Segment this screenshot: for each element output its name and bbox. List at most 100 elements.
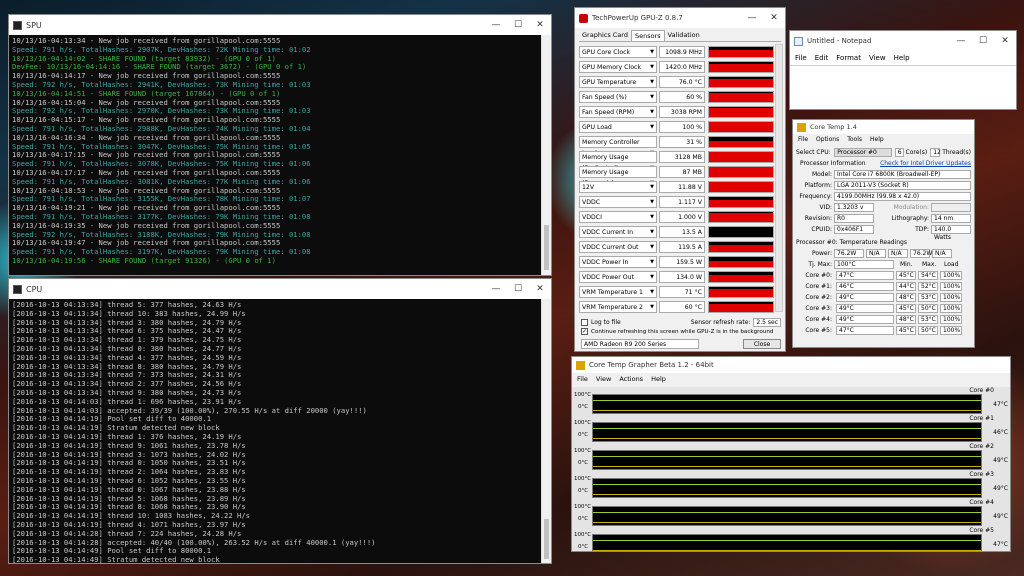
sensor-graph-fill [709, 140, 773, 147]
tdp-label: TDP: [915, 226, 929, 233]
sensor-label[interactable]: Memory Controller Load [579, 135, 657, 159]
processor-select[interactable]: Processor #0 [834, 148, 892, 157]
sensor-label[interactable]: GPU Core Clock [579, 45, 657, 58]
maximize-button[interactable]: ☐ [972, 31, 994, 51]
tab-validation[interactable]: Validation [665, 30, 703, 41]
title-bar[interactable]: SPU — ☐ ✕ [9, 15, 551, 35]
menu-item-format[interactable]: Format [836, 54, 861, 62]
sensor-label[interactable]: VDDCI [579, 210, 657, 223]
sensor-label[interactable]: VRM Temperature 2 [579, 300, 657, 313]
sensor-label[interactable]: Memory Usage (Dynamic) [579, 165, 657, 189]
menu-item-view[interactable]: View [869, 54, 886, 62]
close-dialog-button[interactable]: Close [743, 339, 781, 349]
sensor-graph [708, 45, 774, 58]
menu-item-file[interactable]: File [577, 375, 588, 383]
scrollbar[interactable] [541, 35, 551, 275]
menu-bar: File Options Tools Help [793, 134, 974, 145]
sensor-row: GPU Core Clock1098.9 MHz [579, 44, 785, 59]
graph-temp-value: 49°C [993, 457, 1008, 464]
y-axis-max-label: 100°C [574, 448, 592, 454]
menu-item-help[interactable]: Help [894, 54, 910, 62]
title-bar[interactable]: Untitled - Notepad — ☐ ✕ [790, 31, 1016, 51]
grapher-window[interactable]: Core Temp Grapher Beta 1.2 - 64bit File V… [571, 356, 1011, 552]
coretemp-window[interactable]: Core Temp 1.4 File Options Tools Help Selec… [792, 119, 975, 348]
spu-console-window[interactable]: SPU — ☐ ✕ 10/13/16-04:13:34 - New job rece… [8, 14, 552, 276]
temperature-line [593, 400, 981, 401]
menu-item-edit[interactable]: Edit [815, 54, 829, 62]
power-value: 76.2W [834, 249, 864, 258]
baseline-line [593, 522, 981, 523]
sensor-graph-fill [709, 244, 773, 252]
minimize-button[interactable]: — [741, 8, 763, 28]
cpu-console-output[interactable]: [2016-10-13 04:13:34] thread 5: 377 hash… [9, 299, 541, 563]
tab-graphics-card[interactable]: Graphics Card [579, 30, 631, 41]
menu-item-file[interactable]: File [798, 136, 808, 143]
close-button[interactable]: ✕ [994, 31, 1016, 51]
gpuz-scrollbar[interactable] [775, 44, 783, 312]
menu-item-help[interactable]: Help [870, 136, 884, 143]
continue-refresh-checkbox[interactable]: ✓ [581, 328, 588, 335]
sensor-label[interactable]: GPU Load [579, 120, 657, 133]
core-temp: 49°C [836, 315, 894, 324]
y-axis-min-label: 0°C [578, 544, 589, 550]
core-name: Core #1: [805, 283, 832, 290]
sensor-label[interactable]: Fan Speed (%) [579, 90, 657, 103]
log-to-file-checkbox[interactable] [581, 319, 588, 326]
select-cpu-label: Select CPU: [796, 149, 831, 156]
tab-sensors[interactable]: Sensors [630, 30, 665, 41]
title-bar[interactable]: Core Temp Grapher Beta 1.2 - 64bit [572, 357, 1010, 373]
core-graph [592, 478, 982, 498]
sensor-label[interactable]: VRM Temperature 1 [579, 285, 657, 298]
maximize-button[interactable]: ☐ [507, 279, 529, 299]
sensor-value: 1098.9 MHz [659, 45, 705, 58]
sensor-label[interactable]: VDDC Power In [579, 255, 657, 268]
sensor-value: 31 % [659, 135, 705, 148]
sensor-value: 87 MB [659, 165, 705, 178]
sensor-label[interactable]: VDDC Current Out [579, 240, 657, 253]
sensor-label[interactable]: Fan Speed (RPM) [579, 105, 657, 118]
menu-item-options[interactable]: Options [816, 136, 839, 143]
temp-readings-header: Processor #0: Temperature Readings [796, 239, 907, 246]
baseline-line [593, 466, 981, 467]
menu-item-view[interactable]: View [596, 375, 611, 383]
title-bar[interactable]: CPU — ☐ ✕ [9, 279, 551, 299]
close-button[interactable]: ✕ [529, 279, 551, 299]
notepad-icon [794, 36, 803, 46]
gpuz-window[interactable]: TechPowerUp GPU-Z 0.8.7 — ✕ Graphics Card… [574, 7, 786, 352]
menu-item-file[interactable]: File [795, 54, 807, 62]
sensor-row: VDDCI1.000 V [579, 209, 785, 224]
cpu-console-window[interactable]: CPU — ☐ ✕ [2016-10-13 04:13:34] thread 5: … [8, 278, 552, 564]
notepad-window[interactable]: Untitled - Notepad — ☐ ✕ File Edit Format Vie… [789, 30, 1017, 110]
close-button[interactable]: ✕ [529, 15, 551, 35]
platform-label: Platform: [804, 182, 832, 189]
sensor-label[interactable]: VDDC Power Out [579, 270, 657, 283]
sensor-label[interactable]: GPU Temperature [579, 75, 657, 88]
sensor-row: 12V11.88 V [579, 179, 785, 194]
sensor-label[interactable]: VDDC [579, 195, 657, 208]
menu-item-actions[interactable]: Actions [619, 375, 643, 383]
title-bar[interactable]: Core Temp 1.4 [793, 120, 974, 134]
driver-update-link[interactable]: Check for Intel Driver Updates [880, 160, 971, 167]
refresh-rate-select[interactable]: 2.5 sec [753, 318, 781, 327]
title-bar[interactable]: TechPowerUp GPU-Z 0.8.7 — ✕ [575, 8, 785, 28]
sensor-label[interactable]: 12V [579, 180, 657, 193]
core-graph [592, 506, 982, 526]
scrollbar[interactable] [541, 299, 551, 563]
text-area[interactable] [790, 65, 1016, 109]
sensor-label[interactable]: GPU Memory Clock [579, 60, 657, 73]
sensor-label[interactable]: Memory Usage (Dedicated) [579, 150, 657, 174]
sensor-graph [708, 120, 774, 133]
minimize-button[interactable]: — [950, 31, 972, 51]
spu-console-output[interactable]: 10/13/16-04:13:34 - New job received fro… [9, 35, 541, 275]
power-label: Power: [811, 250, 832, 257]
close-button[interactable]: ✕ [763, 8, 785, 28]
sensor-graph-fill [709, 152, 773, 162]
menu-item-help[interactable]: Help [651, 375, 666, 383]
sensor-label[interactable]: VDDC Current In [579, 225, 657, 238]
minimize-button[interactable]: — [485, 279, 507, 299]
tjmax-label: Tj. Max: [808, 261, 832, 268]
maximize-button[interactable]: ☐ [507, 15, 529, 35]
card-select[interactable]: AMD Radeon R9 200 Series [581, 339, 699, 349]
minimize-button[interactable]: — [485, 15, 507, 35]
menu-item-tools[interactable]: Tools [847, 136, 862, 143]
